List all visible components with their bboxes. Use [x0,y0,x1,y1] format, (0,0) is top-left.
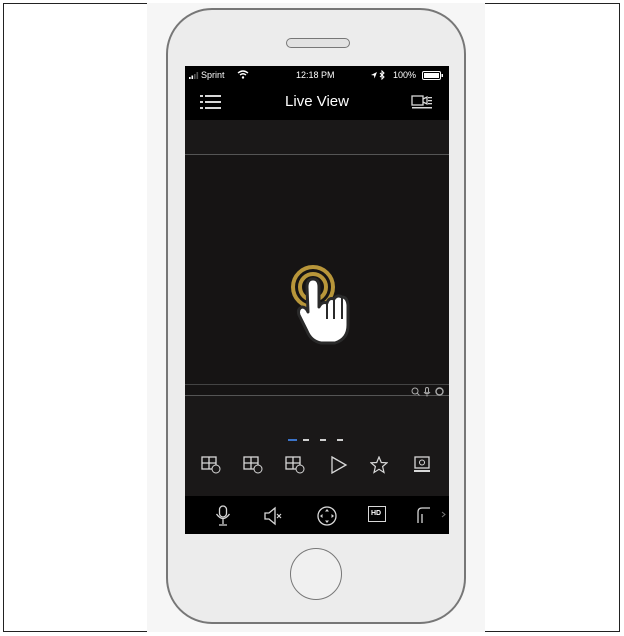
hd-label: HD [371,510,382,517]
signal-icon [189,72,199,79]
battery-icon [422,71,443,80]
playback-screen-icon[interactable] [413,456,431,474]
zoom-icon[interactable] [411,387,420,396]
nav-bar: Live View [185,84,449,120]
page-dot[interactable] [303,439,309,441]
page-indicator [185,438,449,442]
live-video-pane[interactable] [185,154,449,396]
carrier-label: Sprint [201,70,225,80]
video-mini-controls [185,384,449,398]
page-title: Live View [285,93,349,110]
status-bar: Sprint 12:18 PM 100% [185,66,449,84]
ptz-control-icon[interactable] [316,505,338,527]
bluetooth-icon [379,70,385,80]
location-icon [371,72,377,79]
page-dot[interactable] [320,439,326,441]
tap-hand-icon [291,265,350,345]
camera-list-icon[interactable] [411,94,433,110]
snapshot-icon[interactable] [417,506,431,524]
page-dot[interactable] [337,439,343,441]
split-4-icon[interactable] [201,456,221,474]
wifi-icon [237,70,249,79]
phone-screen: Sprint 12:18 PM 100% Live View HD [185,66,449,534]
split-16-icon[interactable] [285,456,305,474]
control-bar: HD [185,496,449,534]
microphone-icon[interactable] [215,505,231,527]
mute-speaker-icon[interactable] [263,506,283,526]
split-9-icon[interactable] [243,456,263,474]
play-icon[interactable] [330,456,348,474]
layout-toolbar [185,452,449,478]
hd-button[interactable]: HD [368,506,386,522]
status-time: 12:18 PM [296,70,335,80]
phone-speaker [286,38,350,48]
mic-small-icon[interactable] [423,387,431,397]
settings-small-icon[interactable] [435,387,444,396]
page-dot-active[interactable] [288,439,297,441]
star-icon[interactable] [370,456,388,474]
home-button[interactable] [290,548,342,600]
scroll-right-icon[interactable] [441,511,446,518]
battery-label: 100% [393,70,417,80]
